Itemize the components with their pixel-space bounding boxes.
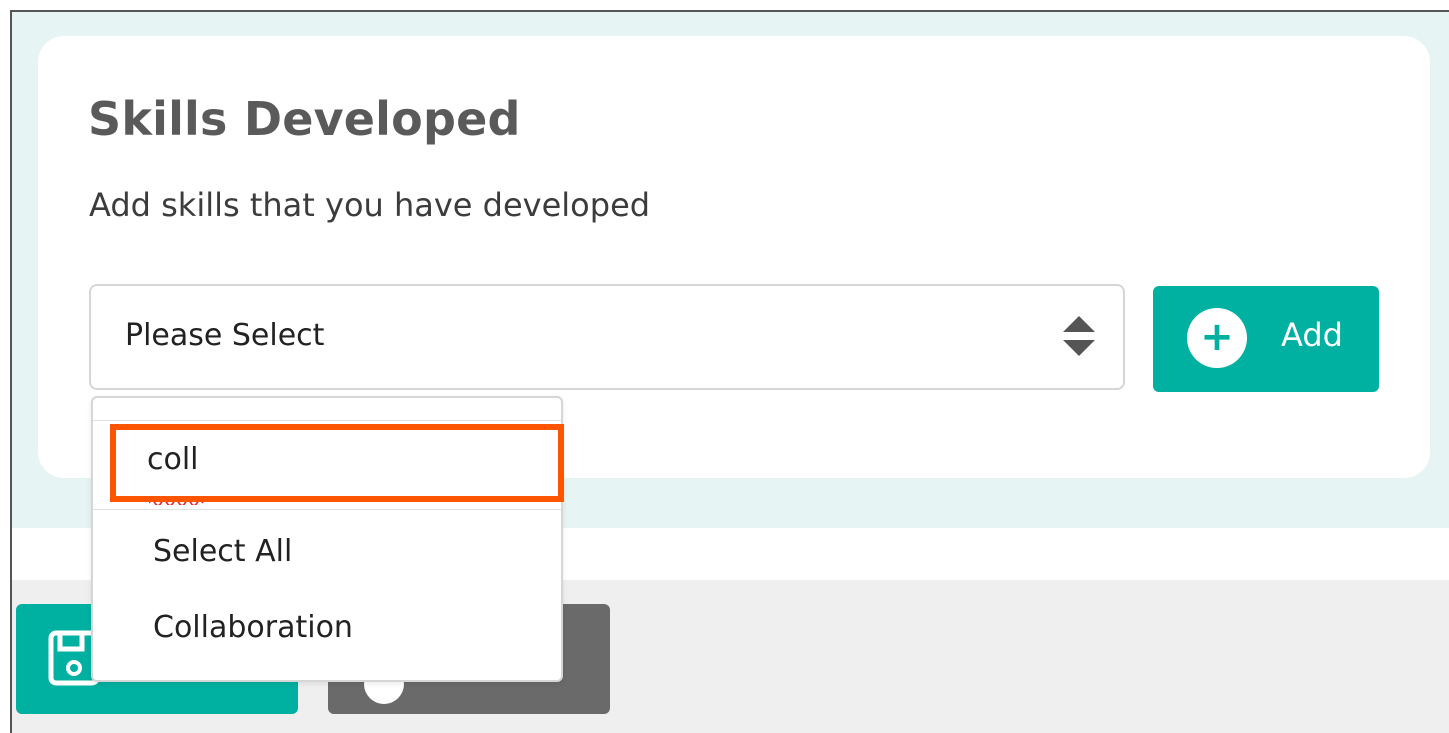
option-label: Collaboration: [153, 610, 353, 645]
option-select-all[interactable]: Select All: [93, 518, 561, 588]
page-frame: Skills Developed Add skills that you hav…: [10, 10, 1449, 733]
add-button-label: Add: [1281, 316, 1343, 354]
select-value: Please Select: [125, 318, 325, 353]
spellcheck-underline: [149, 499, 204, 505]
sort-icon: [1063, 316, 1095, 356]
skills-dropdown: Select All Collaboration: [91, 396, 564, 682]
option-label: Select All: [153, 534, 293, 569]
add-skill-button[interactable]: + Add: [1153, 286, 1379, 392]
plus-circle-icon: +: [1187, 308, 1247, 368]
option-collaboration[interactable]: Collaboration: [93, 594, 561, 664]
skills-select[interactable]: Please Select: [89, 284, 1125, 390]
dropdown-search-input[interactable]: [109, 423, 539, 495]
card-title: Skills Developed: [88, 92, 521, 146]
dropdown-search: [93, 420, 561, 510]
card-subtitle: Add skills that you have developed: [89, 186, 651, 224]
